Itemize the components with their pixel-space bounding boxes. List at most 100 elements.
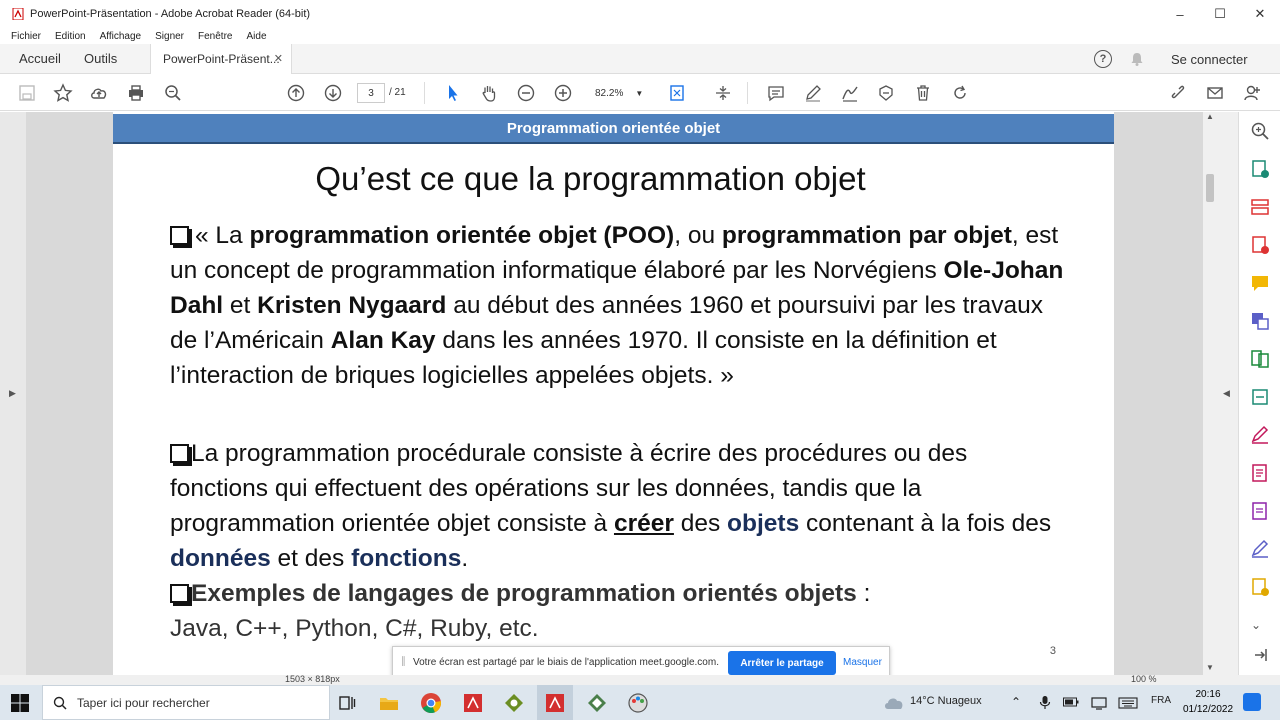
menu-sign[interactable]: Signer [155, 31, 184, 42]
notification-center-icon[interactable] [1243, 693, 1261, 711]
weather-text[interactable]: 14°C Nuageux [910, 695, 982, 707]
nav-home[interactable]: Accueil [19, 51, 61, 66]
acrobat-icon [12, 8, 24, 20]
file-explorer-icon[interactable] [377, 691, 401, 715]
minimize-button[interactable]: – [1160, 0, 1200, 28]
maximize-button[interactable]: ☐ [1200, 0, 1240, 28]
zoom-select[interactable]: 82.2% ▼ [588, 83, 648, 103]
network-icon[interactable] [1090, 696, 1108, 710]
keyboard-icon[interactable] [1118, 696, 1138, 710]
menu-help[interactable]: Aide [246, 31, 266, 42]
bullet-box-icon [170, 444, 189, 463]
protect-icon[interactable] [1249, 500, 1271, 522]
bullet-box-icon [170, 584, 189, 603]
close-window-button[interactable]: ✕ [1240, 0, 1280, 28]
request-signature-icon[interactable] [1249, 538, 1271, 560]
tools-panel: ⌄ [1238, 112, 1280, 675]
sign-icon[interactable] [839, 82, 861, 104]
close-tab-icon[interactable]: ✕ [274, 52, 283, 65]
scroll-up-icon[interactable]: ▲ [1206, 112, 1214, 121]
bullet-box-icon [170, 226, 189, 245]
help-icon[interactable]: ? [1094, 50, 1112, 68]
upload-cloud-icon[interactable] [88, 82, 110, 104]
comment-tool-icon[interactable] [1249, 272, 1271, 294]
menu-edit[interactable]: Edition [55, 31, 86, 42]
tray-chevron-up-icon[interactable]: ⌃ [1011, 695, 1021, 709]
sign-in-button[interactable]: Se connecter [1171, 52, 1248, 67]
organize-pages-icon[interactable] [1249, 196, 1271, 218]
nav-tools[interactable]: Outils [84, 51, 117, 66]
taskbar-search-input[interactable]: Taper ici pour rechercher [42, 685, 330, 720]
page-total: / 21 [389, 87, 406, 98]
collapse-right-icon[interactable]: ◀ [1223, 388, 1230, 399]
paint-app-icon[interactable] [626, 691, 650, 715]
paragraph-procedural-vs-oop: La programmation procédurale consiste à … [170, 440, 1052, 572]
language-indicator[interactable]: FRA [1151, 695, 1171, 706]
optimize-pdf-icon[interactable] [1249, 576, 1271, 598]
create-pdf-icon[interactable] [1249, 158, 1271, 180]
right-panel-toggle[interactable]: ◀ [1217, 112, 1238, 675]
zoom-in-icon[interactable] [552, 82, 574, 104]
search-icon[interactable] [162, 82, 184, 104]
hide-banner-button[interactable]: Masquer [843, 657, 882, 668]
collapse-panel-icon[interactable] [1249, 644, 1271, 666]
print-icon[interactable] [125, 82, 147, 104]
mail-icon[interactable] [1204, 82, 1226, 104]
windows-taskbar: Taper ici pour rechercher 14°C Nuageux ⌃… [0, 685, 1280, 720]
comment-icon[interactable] [765, 82, 787, 104]
zoom-search-icon[interactable] [1249, 120, 1271, 142]
scan-ocr-icon[interactable] [1249, 386, 1271, 408]
task-view-icon[interactable] [335, 691, 359, 715]
fill-sign-icon[interactable] [1249, 424, 1271, 446]
scroll-down-icon[interactable]: ▼ [1206, 663, 1214, 672]
share-link-icon[interactable] [1168, 82, 1190, 104]
zoom-out-icon[interactable] [515, 82, 537, 104]
drag-handle-icon[interactable]: ∥ [401, 656, 406, 667]
stamp-icon[interactable] [875, 82, 897, 104]
paragraph-examples: Exemples de langages de programmation or… [170, 580, 871, 642]
star-icon[interactable] [52, 82, 74, 104]
menu-window[interactable]: Fenêtre [198, 31, 232, 42]
app-icon-diamond[interactable] [585, 691, 609, 715]
menu-view[interactable]: Affichage [100, 31, 142, 42]
bell-icon[interactable] [1129, 51, 1145, 67]
paragraph-poo-definition: « La programmation orientée objet (POO),… [170, 222, 1064, 389]
next-page-icon[interactable] [322, 82, 344, 104]
vertical-scrollbar[interactable]: ▲ ▼ [1203, 112, 1217, 675]
stop-sharing-button[interactable]: Arrêter le partage [728, 651, 836, 675]
more-tools-chevron-icon[interactable]: ⌄ [1251, 618, 1261, 632]
nav-bar: Accueil Outils PowerPoint-Präsent... ✕ ?… [0, 44, 1280, 74]
pen-icon[interactable] [802, 82, 824, 104]
trash-icon[interactable] [912, 82, 934, 104]
clock-date[interactable]: 01/12/2022 [1178, 704, 1238, 715]
save-icon[interactable] [16, 82, 38, 104]
add-user-icon[interactable] [1241, 82, 1263, 104]
select-cursor-icon[interactable] [442, 82, 464, 104]
export-pdf-icon[interactable] [1249, 234, 1271, 256]
battery-icon[interactable] [1063, 697, 1079, 707]
document-tab[interactable]: PowerPoint-Präsent... ✕ [150, 44, 292, 74]
windows-start-icon[interactable] [8, 691, 32, 715]
app-icon-green[interactable] [502, 691, 526, 715]
acrobat-reader-active-icon[interactable] [543, 691, 567, 715]
expand-left-icon[interactable]: ▶ [9, 388, 16, 399]
compare-icon[interactable] [1249, 348, 1271, 370]
scroll-mode-icon[interactable] [712, 82, 734, 104]
rotate-icon[interactable] [949, 82, 971, 104]
scrollbar-thumb[interactable] [1206, 174, 1214, 202]
translate-icon[interactable] [1249, 310, 1271, 332]
pdf-page: Programmation orientée objet Qu’est ce q… [113, 112, 1114, 675]
chevron-down-icon: ▼ [635, 88, 644, 98]
edit-pdf-icon[interactable] [1249, 462, 1271, 484]
acrobat-taskbar-icon[interactable] [461, 691, 485, 715]
page-fit-icon[interactable] [666, 82, 688, 104]
menu-file[interactable]: Fichier [11, 31, 41, 42]
page-number-input[interactable]: 3 [357, 83, 385, 103]
chrome-icon[interactable] [419, 691, 443, 715]
microphone-icon[interactable] [1039, 695, 1051, 710]
left-panel-toggle[interactable]: ▶ [0, 112, 26, 675]
clock-time[interactable]: 20:16 [1183, 689, 1233, 700]
hand-tool-icon[interactable] [478, 82, 500, 104]
previous-page-icon[interactable] [285, 82, 307, 104]
slide-banner: Programmation orientée objet [113, 114, 1114, 144]
